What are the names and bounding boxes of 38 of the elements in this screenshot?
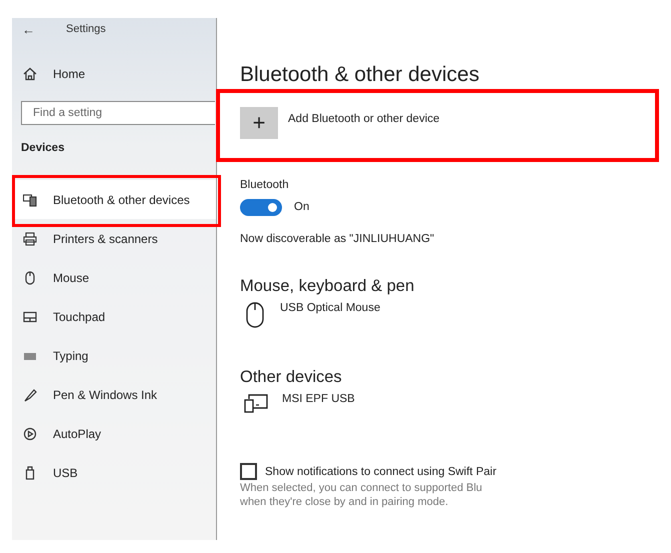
- hint-text: When selected, you can connect to supported Blu: [240, 482, 484, 494]
- page-title: Bluetooth & other devices: [240, 63, 480, 88]
- swift-pair-checkbox[interactable]: [240, 463, 257, 480]
- bluetooth-label: Bluetooth: [240, 179, 290, 191]
- add-device-label[interactable]: Add Bluetooth or other device: [288, 113, 440, 125]
- sidebar-item[interactable]: AutoPlay: [12, 414, 216, 453]
- devices-icon: [244, 393, 268, 413]
- home-icon: [23, 67, 37, 81]
- section-heading: Devices: [21, 142, 66, 156]
- bluetooth-toggle[interactable]: [240, 198, 282, 216]
- autoplay-icon: [23, 426, 37, 440]
- mouse-icon: [23, 270, 37, 284]
- section-heading: Mouse, keyboard & pen: [240, 277, 416, 296]
- toggle-state: On: [294, 201, 310, 213]
- add-device-button[interactable]: +: [240, 107, 278, 139]
- bluetooth-icon: [23, 192, 37, 206]
- sidebar-item[interactable]: Pen & Windows Ink: [12, 375, 216, 414]
- swift-pair-label: Show notifications to connect using Swift Pair: [265, 466, 496, 478]
- sidebar-item[interactable]: USB: [12, 453, 216, 492]
- hint-text: when they're close by and in pairing mode.: [240, 496, 450, 508]
- back-button[interactable]: ←: [22, 22, 42, 36]
- pen-icon: [23, 388, 37, 402]
- discoverable-text: Now discoverable as "JINLIUHUANG": [240, 233, 436, 245]
- device-name[interactable]: MSI EPF USB: [282, 393, 355, 405]
- search-field[interactable]: Find a setting: [21, 101, 215, 125]
- printer-icon: [23, 232, 37, 246]
- sidebar-item[interactable]: Typing: [12, 336, 216, 375]
- section-heading: Other devices: [240, 368, 343, 387]
- sidebar-item[interactable]: Printers & scanners: [12, 219, 216, 258]
- home-link[interactable]: Home: [12, 64, 216, 84]
- sidebar-item[interactable]: Mouse: [12, 258, 216, 297]
- usb-icon: [23, 466, 37, 480]
- window-title: Settings: [66, 23, 106, 35]
- sidebar-item[interactable]: Touchpad: [12, 297, 216, 336]
- sidebar-item[interactable]: Bluetooth & other devices: [12, 180, 216, 219]
- mouse-icon: [244, 302, 266, 328]
- touchpad-icon: [23, 310, 37, 324]
- device-name[interactable]: USB Optical Mouse: [280, 302, 380, 314]
